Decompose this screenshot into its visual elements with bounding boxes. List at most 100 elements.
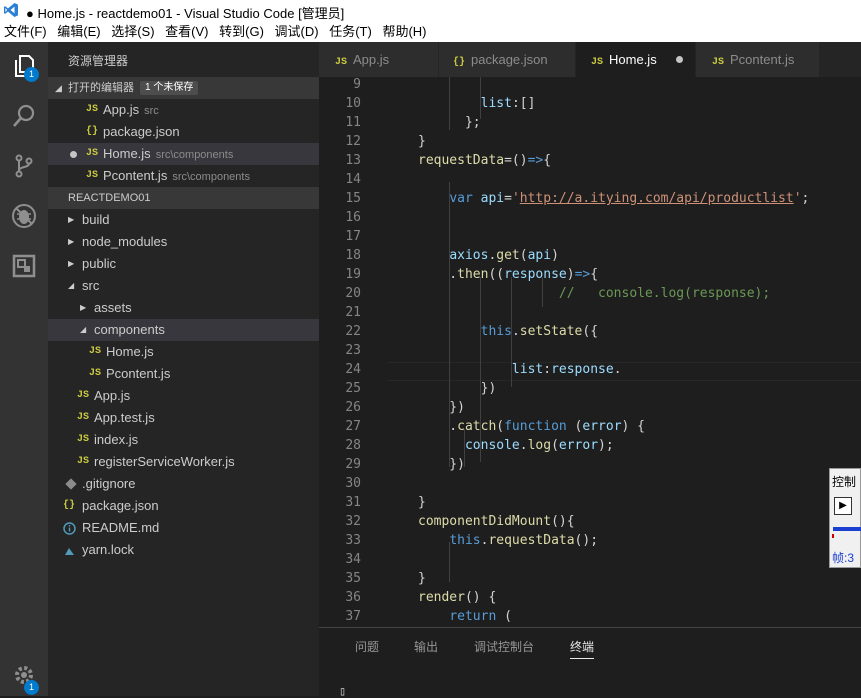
source-control-button[interactable]: [0, 142, 48, 190]
line-number: 10: [345, 96, 361, 111]
tree-file[interactable]: {} package.json: [48, 495, 319, 517]
menu-edit[interactable]: 编辑(E): [53, 22, 100, 42]
control-title: 控制: [832, 475, 857, 489]
line-number: 34: [345, 552, 361, 567]
js-file-icon: JS: [712, 57, 725, 68]
chevron-right-icon: ▶: [80, 303, 87, 312]
json-file-icon: {}: [63, 500, 76, 511]
unsaved-dot-icon[interactable]: [676, 56, 683, 63]
tab-app-js[interactable]: JS App.js: [319, 42, 439, 77]
settings-badge: 1: [24, 680, 39, 695]
line-number: 11: [345, 115, 361, 130]
tree-file[interactable]: .gitignore: [48, 473, 319, 495]
settings-button[interactable]: 1: [0, 654, 48, 696]
chevron-right-icon: ▶: [68, 259, 75, 268]
js-file-icon: JS: [335, 57, 348, 68]
open-editor-item[interactable]: JS App.js src: [48, 99, 319, 121]
open-editor-item[interactable]: {} package.json: [48, 121, 319, 143]
menu-bar: 文件(F) 编辑(E) 选择(S) 查看(V) 转到(G) 调试(D) 任务(T…: [0, 22, 861, 42]
tree-folder[interactable]: ▶ node_modules: [48, 231, 319, 253]
line-number: 25: [345, 381, 361, 396]
editor-tabs: JS App.js {} package.json JS Home.js JS Pcon…: [319, 42, 861, 77]
explorer-badge: 1: [24, 67, 39, 82]
extensions-icon: [12, 254, 36, 278]
search-button[interactable]: [0, 92, 48, 140]
line-number: 24: [345, 362, 361, 377]
tree-file[interactable]: yarn.lock: [48, 539, 319, 561]
json-file-icon: {}: [86, 126, 99, 137]
tab-output[interactable]: 输出: [414, 638, 438, 655]
tree-file[interactable]: JS index.js: [48, 429, 319, 451]
tree-file[interactable]: JS App.js: [48, 385, 319, 407]
debug-button[interactable]: [0, 192, 48, 240]
line-number: 35: [345, 571, 361, 586]
line-number: 14: [345, 172, 361, 187]
tree-file[interactable]: README.md: [48, 517, 319, 539]
open-editor-name: Pcontent.js: [103, 168, 168, 183]
tree-file[interactable]: JS Home.js: [48, 341, 319, 363]
line-number: 16: [345, 210, 361, 225]
play-icon[interactable]: ▶: [834, 497, 852, 515]
menu-tasks[interactable]: 任务(T): [325, 22, 372, 42]
menu-debug[interactable]: 调试(D): [271, 22, 319, 42]
js-file-icon: JS: [77, 412, 90, 423]
line-number: 33: [345, 533, 361, 548]
js-file-icon: JS: [89, 368, 102, 379]
extensions-button[interactable]: [0, 242, 48, 290]
open-editor-path: src: [144, 105, 159, 117]
unsaved-badge: 1 个未保存: [140, 81, 199, 95]
control-window[interactable]: 控制 ▶ 帧:3: [829, 468, 861, 568]
open-editor-item-active[interactable]: JS Home.js src\components: [48, 143, 319, 165]
menu-help[interactable]: 帮助(H): [378, 22, 426, 42]
code-editor[interactable]: 9 10 11 12 13 14 15 16 17 18 19 20 21 22 23 24 25 26 27 28 2…: [319, 77, 861, 627]
tab-terminal[interactable]: 终端: [570, 638, 595, 659]
line-number: 9: [353, 77, 361, 92]
line-number: 36: [345, 590, 361, 605]
tree-file[interactable]: JS App.test.js: [48, 407, 319, 429]
tree-file[interactable]: JS registerServiceWorker.js: [48, 451, 319, 473]
frame-label: 帧:3: [832, 551, 855, 565]
sidebar-title: 资源管理器: [68, 54, 129, 68]
open-editor-path: src\components: [155, 149, 234, 161]
project-label: REACTDEMO01: [68, 192, 151, 204]
json-file-icon: {}: [453, 57, 466, 68]
tab-home-js[interactable]: JS Home.js: [576, 42, 696, 77]
debug-icon: [12, 204, 36, 228]
line-number: 31: [345, 495, 361, 510]
info-icon: [63, 522, 76, 535]
collapse-arrow-icon: ◢: [55, 83, 62, 93]
line-number: 19: [345, 267, 361, 282]
line-number: 18: [345, 248, 361, 263]
tab-pcontent-js[interactable]: JS Pcontent.js: [696, 42, 820, 77]
open-editor-item[interactable]: JS Pcontent.js src\components: [48, 165, 319, 187]
line-number: 28: [345, 438, 361, 453]
chevron-right-icon: ▶: [68, 215, 75, 224]
project-header[interactable]: REACTDEMO01: [48, 187, 319, 209]
line-number: 23: [345, 343, 361, 358]
open-editors-header[interactable]: ◢ 打开的编辑器 1 个未保存: [48, 77, 319, 99]
search-icon: [13, 104, 35, 127]
open-editor-path: src\components: [172, 171, 250, 183]
tab-problems[interactable]: 问题: [355, 638, 379, 655]
tree-folder-selected[interactable]: ◢ components: [48, 319, 319, 341]
menu-view[interactable]: 查看(V): [161, 22, 208, 42]
tree-file[interactable]: JS Pcontent.js: [48, 363, 319, 385]
progress-bar: [833, 527, 861, 531]
explorer-sidebar: 资源管理器 ◢ 打开的编辑器 1 个未保存 JS App.js src {} pa…: [48, 42, 319, 696]
tree-folder[interactable]: ▶ assets: [48, 297, 319, 319]
explorer-button[interactable]: 1: [0, 42, 48, 90]
vscode-logo-icon: [4, 3, 18, 17]
menu-selection[interactable]: 选择(S): [107, 22, 154, 42]
tree-folder[interactable]: ▶ public: [48, 253, 319, 275]
menu-go[interactable]: 转到(G): [215, 22, 264, 42]
tree-folder[interactable]: ◢ src: [48, 275, 319, 297]
menu-file[interactable]: 文件(F): [0, 22, 47, 42]
open-editor-name: App.js: [103, 102, 140, 117]
unsaved-dot-icon[interactable]: [70, 151, 77, 158]
tab-debug-console[interactable]: 调试控制台: [474, 638, 534, 655]
line-number: 22: [345, 324, 361, 339]
line-number: 13: [345, 153, 361, 168]
js-file-icon: JS: [86, 170, 99, 181]
tree-folder[interactable]: ▶ build: [48, 209, 319, 231]
tab-package-json[interactable]: {} package.json: [439, 42, 576, 77]
